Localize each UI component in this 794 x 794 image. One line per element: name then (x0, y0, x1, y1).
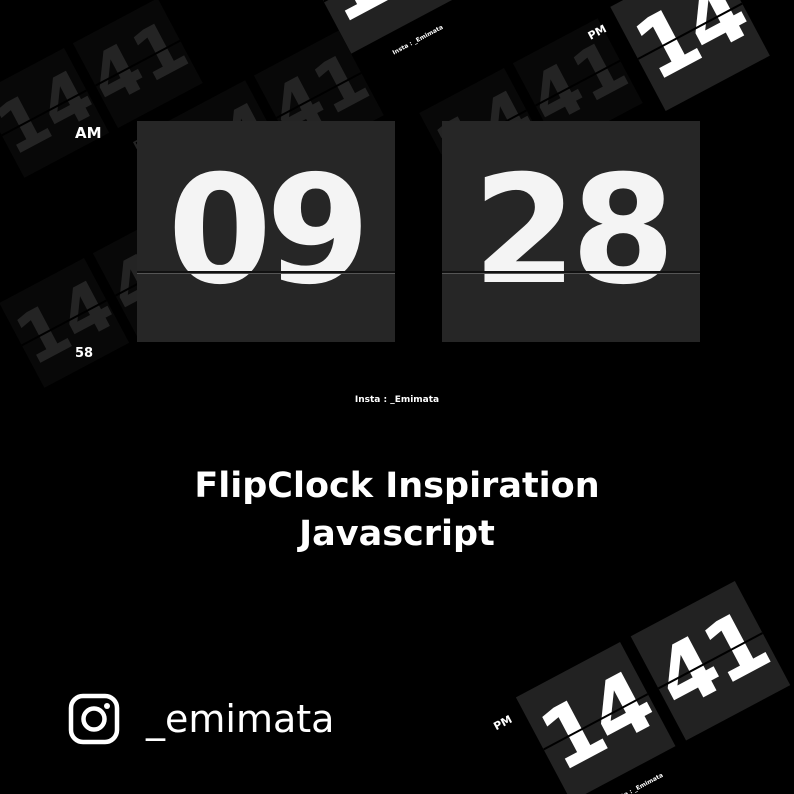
instagram-handle[interactable]: _emimata (68, 693, 334, 745)
flip-split-highlight (137, 273, 395, 274)
poster-canvas: 14 41 PM 14 41 14 41 14 41 PM 14 41 Inst… (0, 0, 794, 794)
meridiem-label: AM (75, 124, 102, 142)
headline: FlipClock Inspiration Javascript (0, 462, 794, 558)
headline-line-2: Javascript (299, 514, 495, 554)
handle-text: _emimata (146, 697, 335, 741)
corner-meridiem: PM (491, 712, 515, 734)
hours-digits: 09 (167, 144, 371, 318)
hours-card: 09 (137, 121, 395, 342)
corner-credit: Insta : _Emimata (391, 23, 445, 57)
minutes-card: 28 (442, 121, 700, 342)
instagram-credit: Insta : _Emimata (354, 395, 440, 405)
corner-clock-bottom: PM 14 41 Insta : _Emimata (487, 580, 791, 794)
corner-hours-card: 14 (295, 0, 456, 54)
headline-line-1: FlipClock Inspiration (194, 466, 600, 506)
flip-split-highlight (442, 273, 700, 274)
minutes-digits: 28 (472, 144, 676, 318)
corner-hours-card: 14 (610, 0, 770, 112)
instagram-icon (68, 693, 120, 745)
seconds-label: 58 (75, 346, 94, 361)
